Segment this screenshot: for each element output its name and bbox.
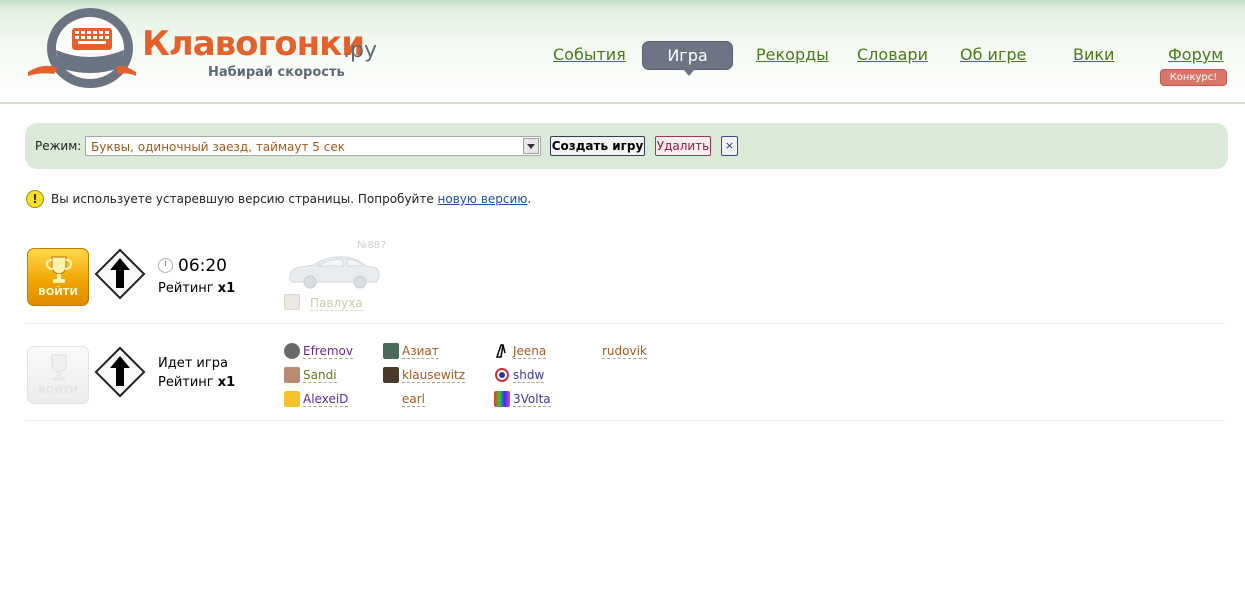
player-name[interactable]: Sandi [303, 368, 337, 383]
nav-link-dictionaries[interactable]: Словари [857, 45, 928, 64]
road-sign-straight-icon [94, 248, 146, 300]
avatar [494, 343, 510, 359]
player-name[interactable]: earl [402, 392, 426, 407]
nav-link-forum[interactable]: Форум [1168, 45, 1223, 64]
avatar [494, 367, 510, 383]
notice-text: Вы используете устаревшую версию страниц… [51, 192, 434, 206]
warning-icon: ! [26, 190, 44, 208]
enter-button-label: ВОЙТИ [38, 287, 78, 298]
forum-contest-badge[interactable]: Конкурс! [1160, 69, 1227, 86]
game-rating: Рейтинг x1 [158, 281, 235, 296]
row-divider [25, 323, 1225, 324]
mode-select-value: Буквы, одиночный заезд, таймаут 5 сек [91, 140, 345, 154]
outdated-version-notice: Вы используете устаревшую версию страниц… [51, 192, 531, 206]
create-game-button[interactable]: Создать игру [550, 136, 645, 156]
car-icon [289, 256, 380, 289]
player-name[interactable]: shdw [513, 368, 545, 383]
enter-game-button[interactable]: ВОЙТИ [27, 248, 89, 306]
avatar [383, 367, 399, 383]
logo-title[interactable]: Клавогонки [142, 24, 365, 64]
row-divider [25, 420, 1225, 421]
logo-slogan: Набирай скорость [208, 65, 345, 80]
game-create-toolbar: Режим: Буквы, одиночный заезд, таймаут 5… [25, 123, 1228, 169]
ghost-player-name[interactable]: Павлуха [310, 296, 363, 311]
avatar [284, 391, 300, 407]
nav-link-about[interactable]: Об игре [960, 45, 1026, 64]
steering-wheel-logo-icon[interactable] [28, 6, 136, 92]
player-name[interactable]: Efremov [303, 344, 353, 359]
player-name[interactable]: Jeena [513, 344, 547, 359]
nav-link-events[interactable]: События [553, 45, 626, 64]
trophy-icon [45, 256, 73, 283]
avatar [494, 391, 510, 407]
logo-domain: .ру [343, 38, 377, 63]
rating-multiplier: x1 [217, 375, 236, 390]
notice-suffix: . [527, 192, 532, 206]
trophy-icon [51, 354, 67, 381]
clock-icon [158, 258, 173, 273]
player-name[interactable]: AlexeiD [303, 392, 349, 407]
road-sign-straight-icon [94, 346, 146, 398]
delete-button[interactable]: Удалить [655, 136, 711, 156]
enter-button-label: ВОЙТИ [38, 385, 78, 396]
close-button[interactable]: × [721, 136, 738, 156]
site-header: Клавогонки .ру Набирай скорость События … [0, 0, 1245, 104]
player-name[interactable]: 3Volta [513, 392, 551, 407]
game-rating: Рейтинг x1 [158, 375, 235, 390]
nav-link-wiki[interactable]: Вики [1073, 45, 1114, 64]
player-name[interactable]: Азиат [402, 344, 439, 359]
rating-multiplier: x1 [217, 281, 236, 296]
chevron-down-icon[interactable] [523, 138, 539, 154]
avatar [284, 294, 300, 310]
player-name[interactable]: klausewitz [402, 368, 466, 383]
rating-label: Рейтинг [158, 281, 214, 296]
new-version-link[interactable]: новую версию [438, 192, 528, 206]
car-number: №887 [357, 240, 387, 251]
game-timer: 06:20 [178, 256, 227, 276]
mode-label: Режим: [35, 139, 82, 153]
nav-tab-game-active[interactable]: Игра [642, 41, 733, 76]
avatar [284, 343, 300, 359]
avatar [383, 343, 399, 359]
mode-select[interactable]: Буквы, одиночный заезд, таймаут 5 сек [85, 136, 541, 156]
game-status: Идет игра [158, 356, 228, 371]
nav-link-records[interactable]: Рекорды [756, 45, 829, 64]
player-name[interactable]: rudovik [602, 344, 647, 359]
enter-game-button-disabled[interactable]: ВОЙТИ [27, 346, 89, 404]
rating-label: Рейтинг [158, 375, 214, 390]
avatar [284, 367, 300, 383]
